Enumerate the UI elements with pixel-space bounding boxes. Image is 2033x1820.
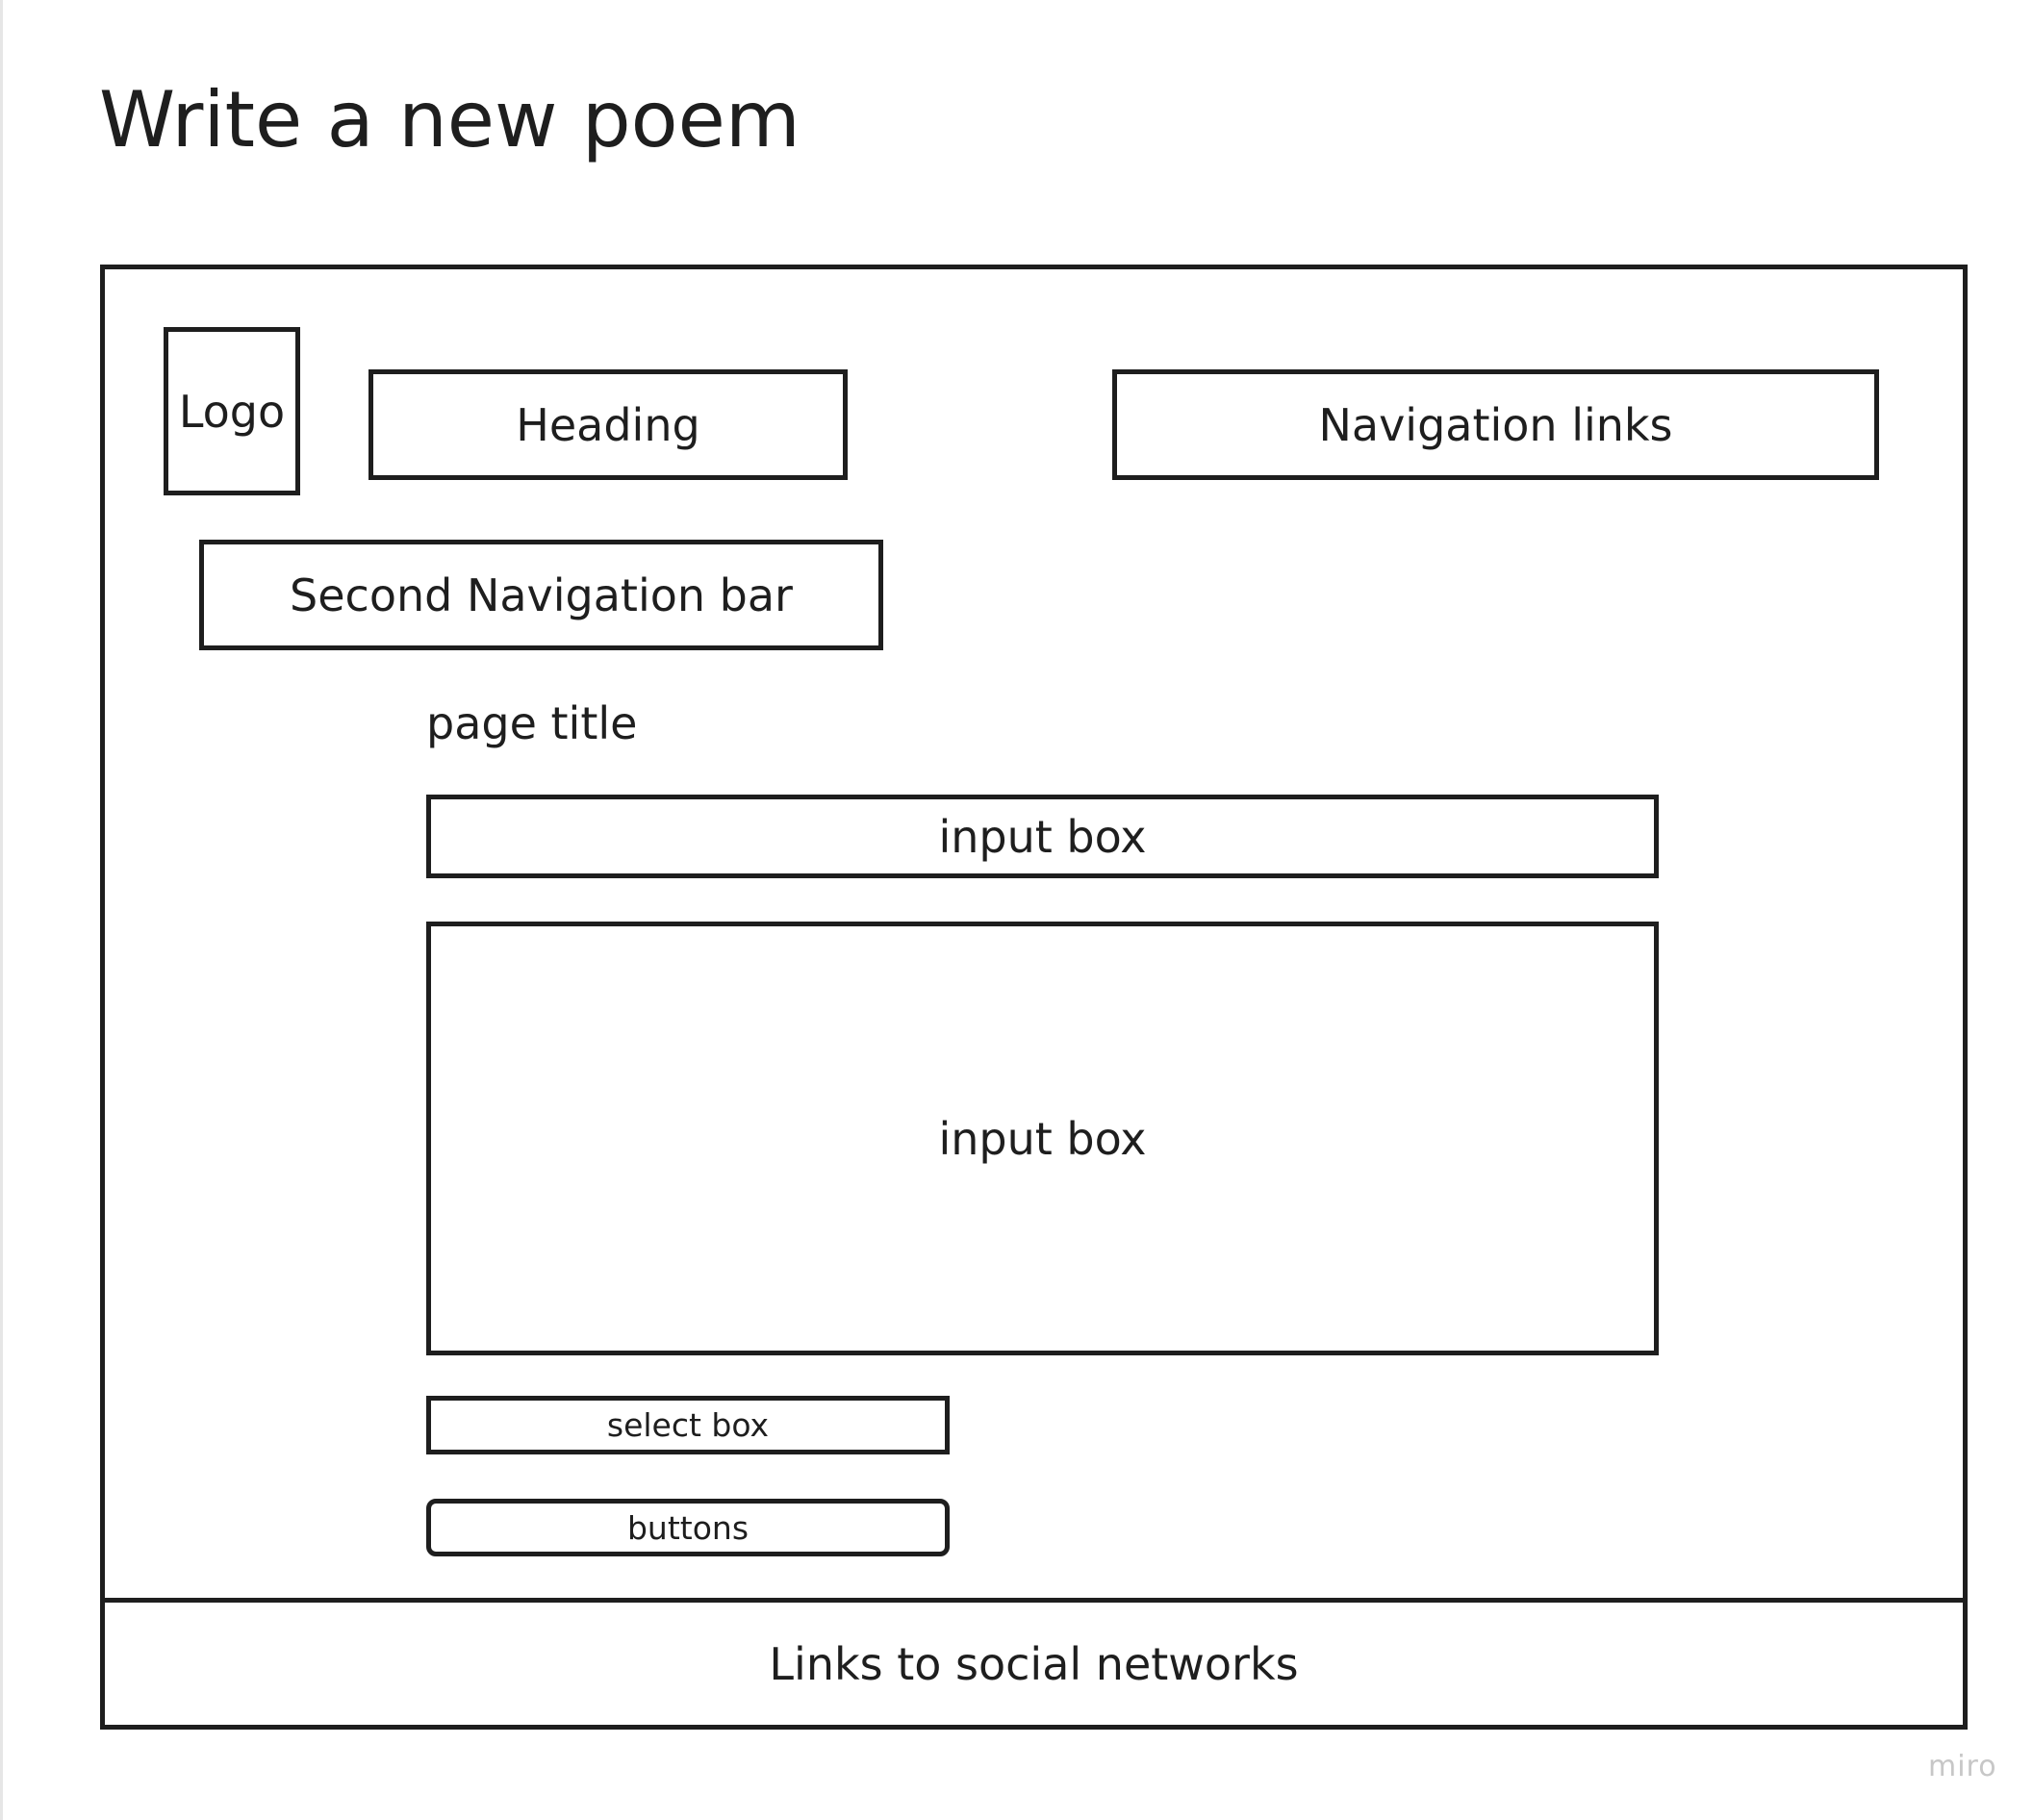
- board-title: Write a new poem: [99, 75, 800, 164]
- page-title-label: page title: [426, 697, 638, 749]
- title-input-box-label: input box: [938, 810, 1147, 863]
- footer-social-links-placeholder: Links to social networks: [100, 1598, 1968, 1730]
- buttons-placeholder: buttons: [426, 1499, 950, 1556]
- navigation-links-placeholder: Navigation links: [1112, 369, 1879, 480]
- title-input-box-placeholder: input box: [426, 795, 1659, 878]
- miro-watermark: miro: [1928, 1750, 1997, 1783]
- logo-placeholder: Logo: [164, 327, 300, 495]
- logo-label: Logo: [178, 385, 286, 438]
- heading-placeholder: Heading: [368, 369, 848, 480]
- buttons-label: buttons: [626, 1508, 750, 1547]
- heading-label: Heading: [516, 398, 700, 451]
- select-box-placeholder: select box: [426, 1396, 950, 1454]
- footer-label: Links to social networks: [769, 1637, 1299, 1690]
- body-input-box-placeholder: input box: [426, 922, 1659, 1355]
- navigation-links-label: Navigation links: [1318, 398, 1673, 451]
- canvas-edge: [0, 0, 3, 1820]
- second-navigation-bar-label: Second Navigation bar: [290, 569, 793, 621]
- second-navigation-bar-placeholder: Second Navigation bar: [199, 540, 883, 650]
- select-box-label: select box: [606, 1406, 770, 1444]
- body-input-box-label: input box: [938, 1112, 1147, 1165]
